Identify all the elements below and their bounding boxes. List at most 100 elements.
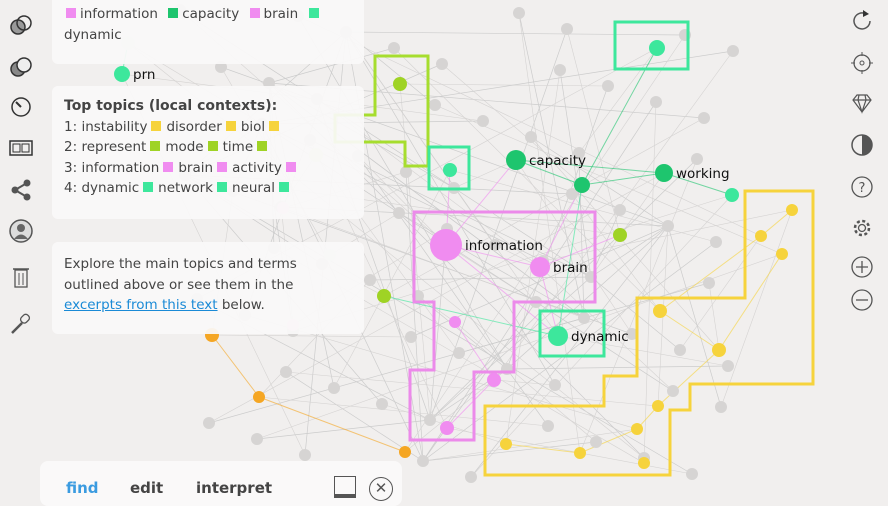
graph-node[interactable]	[715, 401, 727, 413]
venn-overlap-icon[interactable]	[8, 12, 34, 38]
node-label-brain[interactable]: brain	[553, 260, 588, 276]
topic-row[interactable]: 2: represent mode time	[64, 137, 352, 158]
graph-node[interactable]	[376, 398, 388, 410]
help-icon[interactable]: ?	[849, 174, 875, 200]
graph-node[interactable]	[712, 343, 726, 357]
graph-node[interactable]	[429, 99, 441, 111]
graph-node[interactable]	[203, 417, 215, 429]
graph-node[interactable]	[405, 331, 417, 343]
graph-node[interactable]	[686, 468, 698, 480]
graph-node[interactable]	[786, 204, 798, 216]
excerpts-link[interactable]: excerpts from this text	[64, 297, 218, 313]
term-dynamic[interactable]: dynamic	[64, 27, 122, 43]
graph-node[interactable]	[602, 80, 614, 92]
node-label-capacity[interactable]: capacity	[529, 153, 586, 169]
graph-node[interactable]	[477, 115, 489, 127]
graph-node[interactable]	[631, 423, 643, 435]
graph-node[interactable]	[703, 277, 715, 289]
topic-term[interactable]: instability	[81, 119, 147, 135]
graph-node[interactable]	[513, 7, 525, 19]
graph-node[interactable]	[554, 64, 566, 76]
graph-node[interactable]	[727, 45, 739, 57]
graph-node[interactable]	[542, 420, 554, 432]
graph-node[interactable]	[549, 379, 561, 391]
trash-icon[interactable]	[8, 264, 34, 290]
graph-node[interactable]	[465, 471, 477, 483]
graph-node[interactable]	[776, 248, 788, 260]
graph-node[interactable]	[328, 382, 340, 394]
graph-node[interactable]	[388, 42, 400, 54]
topic-term[interactable]: network	[158, 180, 213, 196]
topic-term[interactable]: biol	[241, 119, 265, 135]
term-capacity[interactable]: capacity	[182, 6, 239, 22]
graph-node[interactable]	[449, 316, 461, 328]
graph-node[interactable]	[424, 414, 436, 426]
graph-node[interactable]	[691, 153, 703, 165]
graph-node[interactable]	[653, 304, 667, 318]
graph-node[interactable]	[364, 274, 376, 286]
graph-node[interactable]	[400, 166, 412, 178]
graph-node[interactable]	[525, 131, 537, 143]
node-label-dynamic[interactable]: dynamic	[571, 329, 629, 345]
graph-node[interactable]	[722, 360, 734, 372]
graph-node[interactable]	[710, 236, 722, 248]
topic-term[interactable]: disorder	[166, 119, 221, 135]
topic-term[interactable]: mode	[165, 139, 203, 155]
graph-node[interactable]	[299, 449, 311, 461]
topic-term[interactable]: brain	[178, 160, 213, 176]
term-brain[interactable]: brain	[264, 6, 299, 22]
node-label-prn[interactable]: prn	[133, 67, 155, 83]
graph-node[interactable]	[649, 40, 665, 56]
close-icon[interactable]: ✕	[369, 477, 393, 501]
graph-node[interactable]	[530, 257, 550, 277]
graph-node[interactable]	[500, 438, 512, 450]
topic-row[interactable]: 1: instability disorder biol	[64, 117, 352, 138]
graph-node[interactable]	[590, 436, 602, 448]
graph-node[interactable]	[506, 150, 526, 170]
graph-node[interactable]	[393, 207, 405, 219]
share-icon[interactable]	[8, 177, 34, 203]
graph-node[interactable]	[667, 385, 679, 397]
graph-node[interactable]	[377, 289, 391, 303]
tab-interpret[interactable]: interpret	[196, 479, 272, 497]
diamond-icon[interactable]	[849, 90, 875, 116]
graph-node[interactable]	[280, 366, 292, 378]
film-icon[interactable]	[8, 135, 34, 161]
venn-icon[interactable]	[8, 54, 34, 80]
graph-node[interactable]	[650, 96, 662, 108]
term-information[interactable]: information	[80, 6, 158, 22]
graph-node[interactable]	[417, 455, 429, 467]
user-icon[interactable]	[8, 218, 34, 244]
graph-node[interactable]	[574, 177, 590, 193]
graph-node[interactable]	[251, 433, 263, 445]
panel-toggle-icon[interactable]	[334, 476, 356, 498]
topic-term[interactable]: neural	[232, 180, 275, 196]
graph-node[interactable]	[393, 77, 407, 91]
settings-gear-icon[interactable]	[849, 215, 875, 241]
microphone-icon[interactable]	[8, 311, 34, 337]
graph-node[interactable]	[698, 112, 710, 124]
graph-node[interactable]	[114, 66, 130, 82]
graph-node[interactable]	[253, 391, 265, 403]
tab-find[interactable]: find	[66, 479, 99, 497]
graph-node[interactable]	[662, 220, 674, 232]
graph-node[interactable]	[755, 230, 767, 242]
topic-term[interactable]: activity	[232, 160, 282, 176]
graph-node[interactable]	[548, 326, 568, 346]
topic-term[interactable]: dynamic	[81, 180, 139, 196]
graph-node[interactable]	[638, 457, 650, 469]
node-label-information[interactable]: information	[465, 238, 543, 254]
graph-node[interactable]	[674, 344, 686, 356]
graph-node[interactable]	[578, 312, 590, 324]
graph-node[interactable]	[436, 58, 448, 70]
topic-row[interactable]: 3: information brain activity	[64, 158, 352, 179]
graph-node[interactable]	[725, 188, 739, 202]
graph-node[interactable]	[487, 373, 501, 387]
target-icon[interactable]	[849, 50, 875, 76]
contrast-icon[interactable]	[849, 132, 875, 158]
timer-icon[interactable]	[8, 93, 34, 119]
topic-term[interactable]: information	[81, 160, 159, 176]
zoom-out-icon[interactable]	[849, 287, 875, 313]
refresh-icon[interactable]	[849, 8, 875, 34]
graph-node[interactable]	[399, 446, 411, 458]
